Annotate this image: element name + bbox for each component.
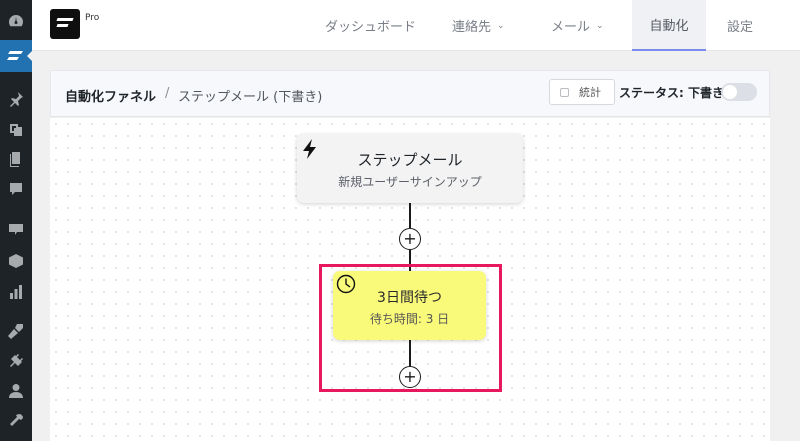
trigger-title: ステップメール [357, 151, 463, 169]
connector-line [409, 203, 411, 228]
nav-dashboard[interactable]: ダッシュボード [325, 0, 416, 51]
products-icon[interactable] [7, 252, 25, 270]
analytics-icon[interactable] [7, 283, 25, 301]
nav-email-label: メール [551, 20, 591, 35]
wp-admin-sidebar [0, 0, 33, 441]
breadcrumb-root-link[interactable]: 自動化ファネル [65, 86, 156, 105]
users-icon[interactable] [7, 382, 25, 400]
nav-settings-label: 設定 [727, 20, 754, 35]
pages-icon[interactable] [7, 150, 25, 168]
funnel-header: 自動化ファネル / ステップメール (下書き) 統計 ステータス: 下書き [50, 70, 770, 117]
pin-icon[interactable] [7, 90, 25, 108]
breadcrumb-separator: / [165, 86, 170, 101]
status-label: ステータス: 下書き [619, 86, 724, 100]
nav-email[interactable]: メール ⌄ [551, 0, 604, 51]
woocommerce-icon[interactable] [7, 220, 25, 238]
brand-suffix: Pro [85, 13, 100, 23]
tools-icon[interactable] [7, 412, 25, 430]
status-toggle[interactable] [721, 83, 757, 101]
nav-automation-label: 自動化 [649, 19, 689, 34]
fluentcrm-icon [7, 51, 23, 60]
dashboard-icon[interactable] [7, 12, 25, 30]
chevron-down-icon: ⌄ [596, 20, 604, 31]
nav-dashboard-label: ダッシュボード [325, 20, 417, 35]
active-indicator [27, 50, 33, 62]
toggle-knob [723, 85, 737, 99]
highlight-box [319, 264, 502, 392]
comments-icon[interactable] [7, 180, 25, 198]
trigger-subtitle: 新規ユーザーサインアップ [338, 175, 482, 189]
chevron-down-icon: ⌄ [497, 20, 505, 31]
nav-automation[interactable]: 自動化 [632, 0, 706, 51]
nav-settings[interactable]: 設定 [727, 0, 753, 51]
media-icon[interactable] [7, 121, 25, 139]
breadcrumb-current: ステップメール (下書き) [178, 90, 323, 105]
appearance-icon[interactable] [7, 322, 25, 340]
add-step-button[interactable]: + [399, 228, 421, 250]
fluentcrm-logo[interactable] [50, 9, 80, 39]
plugins-icon[interactable] [7, 352, 25, 370]
stats-label: 統計 [579, 86, 601, 99]
trigger-node[interactable]: ステップメール 新規ユーザーサインアップ [297, 134, 523, 203]
nav-contacts-label: 連絡先 [452, 20, 492, 35]
checkbox-icon [560, 87, 569, 97]
top-navigation: Pro ダッシュボード 連絡先 ⌄ メール ⌄ 自動化 設定 [32, 0, 800, 51]
nav-contacts[interactable]: 連絡先 ⌄ [452, 0, 505, 51]
funnel-canvas: ステップメール 新規ユーザーサインアップ + 3日間待つ 待ち時間: 3 日 + [50, 118, 770, 441]
stats-toggle-button[interactable]: 統計 [549, 79, 615, 105]
